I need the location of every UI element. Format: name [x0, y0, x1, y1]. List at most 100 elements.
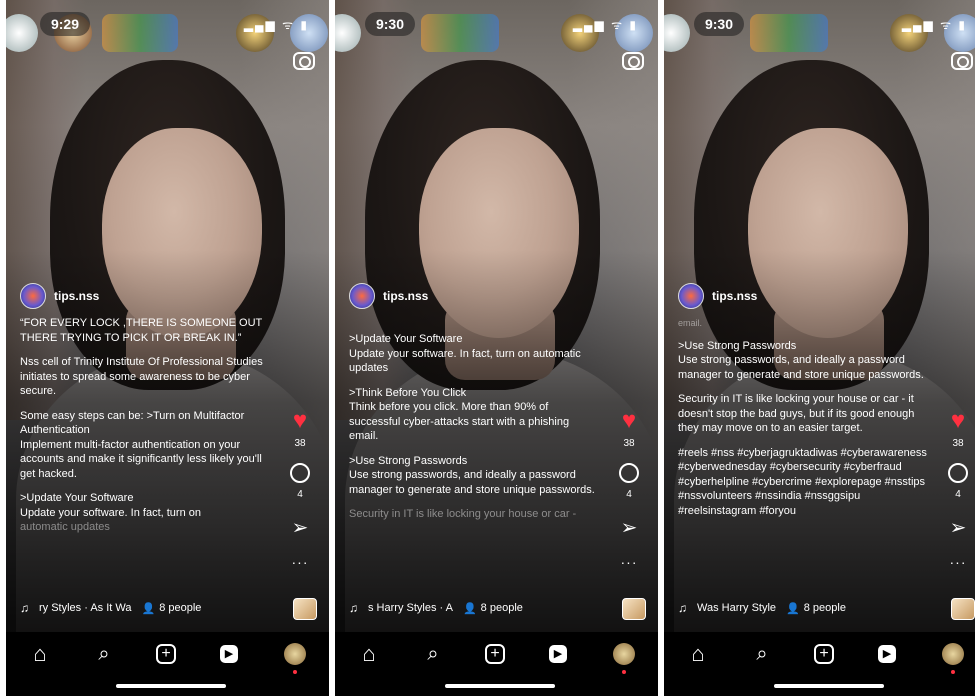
music-note-icon: ♫ [349, 601, 358, 615]
g20-logo [102, 14, 178, 52]
like-count: 38 [952, 438, 964, 449]
phone-screen-3: 9:30 ▂▄▆ ᯤ ▮ tips.nss email. >Use Strong… [664, 0, 975, 696]
phone-screen-1: 9:29 ▂▄▆ ᯤ ▮ tips.nss “FOR EVERY LOCK ,T… [6, 0, 329, 696]
like-count: 38 [294, 438, 306, 449]
caption-update-head: >Update Your Software [20, 492, 134, 504]
caption-update-body-faded: automatic updates [20, 521, 110, 533]
music-note-icon: ♫ [678, 601, 687, 615]
camera-icon[interactable] [622, 52, 644, 70]
notification-dot [293, 670, 297, 674]
notification-dot [622, 670, 626, 674]
camera-icon[interactable] [951, 52, 973, 70]
caption-password-body: Use strong passwords, and ideally a pass… [678, 354, 924, 381]
post-author[interactable]: tips.nss [20, 283, 99, 309]
home-icon[interactable]: ⌂ [357, 642, 381, 666]
create-icon[interactable]: + [485, 644, 505, 664]
status-icons: ▂▄▆ ᯤ ▮ [901, 18, 967, 32]
people-count: 8 people [480, 602, 523, 614]
status-time: 9:30 [365, 12, 415, 36]
music-title[interactable]: s Harry Styles · A [368, 602, 453, 614]
caption-hashtags[interactable]: #reels #nss #cyberjagruktadiwas #cyberaw… [678, 446, 928, 519]
status-icons: ▂▄▆ ᯤ ▮ [243, 18, 309, 32]
post-caption[interactable]: email. >Use Strong Passwords Use strong … [678, 316, 928, 596]
music-bar[interactable]: ♫ s Harry Styles · A 👤 8 people [349, 601, 523, 615]
person-icon: 👤 [462, 602, 477, 615]
search-icon[interactable]: ⌕ [750, 642, 774, 666]
share-send-icon[interactable]: ➢ [292, 518, 309, 538]
home-icon[interactable]: ⌂ [28, 642, 52, 666]
music-bar[interactable]: ♫ ry Styles · As It Wa 👤 8 people [20, 601, 201, 615]
phone-screen-2: 9:30 ▂▄▆ ᯤ ▮ tips.nss >Update Your Softw… [335, 0, 658, 696]
profile-icon[interactable] [613, 643, 635, 665]
like-heart-icon[interactable]: ♥ [288, 409, 312, 433]
comment-count: 4 [626, 489, 632, 500]
reels-icon[interactable]: ▶ [878, 645, 896, 663]
tips-logo [664, 14, 690, 52]
action-bar: ♥ 38 4 ➢ ··· [941, 409, 975, 570]
people-tag[interactable]: 👤 8 people [142, 602, 202, 615]
profile-icon[interactable] [942, 643, 964, 665]
avatar[interactable] [349, 283, 375, 309]
caption-mfa-body: Implement multi-factor authentication on… [20, 438, 262, 480]
home-icon[interactable]: ⌂ [686, 642, 710, 666]
caption-update-body: Update your software. In fact, turn on a… [349, 347, 581, 375]
caption-steps-head: Some easy steps can be: >Turn on Multifa… [20, 409, 245, 437]
post-caption[interactable]: >Update Your Software Update your softwa… [349, 332, 599, 580]
reels-icon[interactable]: ▶ [549, 645, 567, 663]
notification-dot [951, 670, 955, 674]
comment-icon[interactable] [619, 463, 639, 483]
home-indicator[interactable] [774, 684, 884, 688]
more-options-icon[interactable]: ··· [621, 554, 638, 570]
reels-icon[interactable]: ▶ [220, 645, 238, 663]
like-heart-icon[interactable]: ♥ [617, 409, 641, 433]
home-indicator[interactable] [116, 684, 226, 688]
more-options-icon[interactable]: ··· [950, 554, 967, 570]
post-author[interactable]: tips.nss [678, 283, 757, 309]
more-options-icon[interactable]: ··· [292, 554, 309, 570]
create-icon[interactable]: + [156, 644, 176, 664]
caption-password-body: Use strong passwords, and ideally a pass… [349, 469, 595, 496]
caption-think-head: >Think Before You Click [349, 386, 467, 399]
caption-update-body: Update your software. In fact, turn on [20, 506, 201, 519]
caption-security-faded: Security in IT is like locking your hous… [349, 508, 577, 520]
status-time: 9:30 [694, 12, 744, 36]
username[interactable]: tips.nss [54, 289, 99, 303]
search-icon[interactable]: ⌕ [92, 642, 116, 666]
tips-logo [335, 14, 361, 52]
comment-count: 4 [955, 489, 961, 500]
audio-thumbnail[interactable] [951, 598, 975, 620]
action-bar: ♥ 38 4 ➢ ··· [283, 409, 317, 570]
music-bar[interactable]: ♫ Was Harry Style 👤 8 people [678, 601, 846, 615]
profile-icon[interactable] [284, 643, 306, 665]
person-icon: 👤 [786, 602, 800, 615]
post-author[interactable]: tips.nss [349, 283, 428, 309]
avatar[interactable] [20, 283, 46, 309]
comment-icon[interactable] [948, 463, 968, 483]
avatar[interactable] [678, 283, 704, 309]
create-icon[interactable]: + [814, 644, 834, 664]
music-note-icon: ♫ [20, 601, 29, 615]
comment-icon[interactable] [290, 463, 310, 483]
post-caption[interactable]: “FOR EVERY LOCK ,THERE IS SOMEONE OUT TH… [20, 316, 270, 580]
comment-count: 4 [297, 489, 303, 500]
status-icons: ▂▄▆ ᯤ ▮ [572, 18, 638, 32]
home-indicator[interactable] [445, 684, 555, 688]
audio-thumbnail[interactable] [293, 598, 317, 620]
share-send-icon[interactable]: ➢ [621, 518, 638, 538]
like-heart-icon[interactable]: ♥ [946, 409, 970, 433]
like-count: 38 [623, 438, 635, 449]
username[interactable]: tips.nss [712, 289, 757, 303]
audio-thumbnail[interactable] [622, 598, 646, 620]
search-icon[interactable]: ⌕ [421, 642, 445, 666]
action-bar: ♥ 38 4 ➢ ··· [612, 409, 646, 570]
username[interactable]: tips.nss [383, 289, 428, 303]
status-time: 9:29 [40, 12, 90, 36]
share-send-icon[interactable]: ➢ [950, 518, 967, 538]
music-title[interactable]: ry Styles · As It Wa [39, 602, 132, 614]
camera-icon[interactable] [293, 52, 315, 70]
people-tag[interactable]: 👤 8 people [463, 602, 523, 615]
g20-logo [421, 14, 499, 52]
people-tag[interactable]: 👤 8 people [786, 602, 846, 615]
music-title[interactable]: Was Harry Style [697, 602, 776, 614]
caption-password-head: >Use Strong Passwords [678, 339, 797, 352]
